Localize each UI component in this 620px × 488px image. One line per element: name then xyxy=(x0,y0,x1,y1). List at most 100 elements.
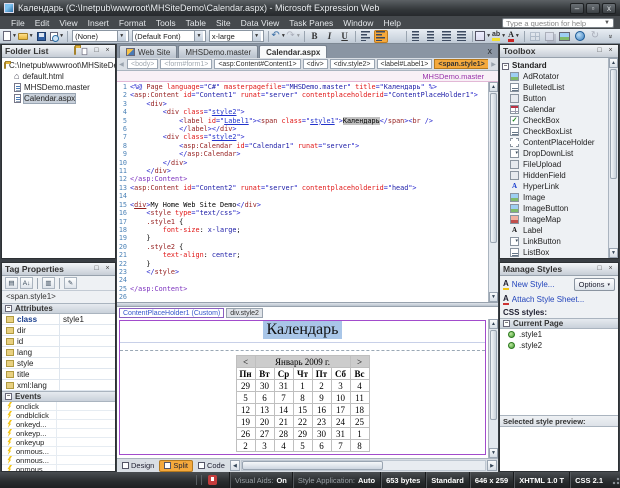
new-style-link[interactable]: New Style... xyxy=(512,280,555,289)
new-document-button[interactable]: ▼ xyxy=(3,30,17,43)
close-panel-icon[interactable]: × xyxy=(606,265,615,274)
menu-view[interactable]: View xyxy=(54,17,82,29)
calendar-date-cell[interactable]: 19 xyxy=(236,416,255,428)
menu-site[interactable]: Site xyxy=(211,17,236,29)
calendar-date-cell[interactable]: 21 xyxy=(274,416,293,428)
calendar-date-cell[interactable]: 6 xyxy=(255,392,274,404)
view-split-button[interactable]: Split xyxy=(159,460,193,472)
toolbox-item-adrotator[interactable]: AdRotator xyxy=(502,71,608,82)
numbered-list-button[interactable] xyxy=(410,30,424,43)
menu-window[interactable]: Window xyxy=(338,17,378,29)
calendar-date-cell[interactable]: 24 xyxy=(331,416,350,428)
close-panel-icon[interactable]: × xyxy=(103,265,112,274)
attribute-row-style[interactable]: style xyxy=(2,358,115,369)
insert-hyperlink-button[interactable] xyxy=(573,30,587,43)
calendar-date-cell[interactable]: 22 xyxy=(293,416,312,428)
scroll-up-icon[interactable]: ▲ xyxy=(609,58,618,68)
help-search-input[interactable]: Type a question for help ▼ xyxy=(502,18,614,28)
toolbox-scrollbar[interactable]: ▲ ▼ xyxy=(608,58,618,258)
compatibility-error-icon[interactable] xyxy=(208,475,217,485)
calendar-date-cell[interactable]: 20 xyxy=(255,416,274,428)
borders-button[interactable]: ▼ xyxy=(475,30,491,43)
calendar-date-cell[interactable]: 3 xyxy=(255,440,274,452)
categorized-icon[interactable]: ▤ xyxy=(5,277,18,289)
tab-web-site[interactable]: Web Site xyxy=(119,45,177,58)
tag-chip-label-label1[interactable]: <label#Label1> xyxy=(377,59,433,69)
float-panel-icon[interactable]: □ xyxy=(595,47,604,56)
attribute-row-xml-lang[interactable]: xml:lang xyxy=(2,380,115,391)
attribute-row-dir[interactable]: dir xyxy=(2,325,115,336)
calendar-date-cell[interactable]: 30 xyxy=(312,428,331,440)
new-page-icon[interactable] xyxy=(81,47,90,56)
toolbox-item-linkbutton[interactable]: LinkButton xyxy=(502,236,608,247)
calendar-date-cell[interactable]: 1 xyxy=(350,428,369,440)
show-set-properties-icon[interactable]: ▥ xyxy=(42,277,55,289)
tab-calendar-aspx[interactable]: Calendar.aspx xyxy=(259,45,327,58)
size-select[interactable]: x-large▼ xyxy=(209,30,264,42)
close-panel-icon[interactable]: × xyxy=(606,47,615,56)
toolbox-item-button[interactable]: Button xyxy=(502,93,608,104)
font-select[interactable]: (Default Font)▼ xyxy=(132,30,206,42)
calendar-date-cell[interactable]: 18 xyxy=(350,404,369,416)
style-item-style2[interactable]: .style2 xyxy=(500,340,618,351)
horizontal-scrollbar[interactable] xyxy=(241,460,486,471)
attribute-row-lang[interactable]: lang xyxy=(2,347,115,358)
calendar-date-cell[interactable]: 8 xyxy=(293,392,312,404)
insert-picture-button[interactable] xyxy=(558,30,572,43)
current-page-section[interactable]: – Current Page xyxy=(500,318,618,329)
calendar-date-cell[interactable]: 15 xyxy=(293,404,312,416)
calendar-date-cell[interactable]: 30 xyxy=(255,380,274,392)
calendar-date-cell[interactable]: 16 xyxy=(312,404,331,416)
toolbox-item-checkboxlist[interactable]: CheckBoxList xyxy=(502,126,608,137)
menu-task-panes[interactable]: Task Panes xyxy=(284,17,338,29)
toolbox-item-hiddenfield[interactable]: HiddenField xyxy=(502,170,608,181)
style-select[interactable]: (None)▼ xyxy=(72,30,129,42)
toolbox-item-image[interactable]: Image xyxy=(502,192,608,203)
toolbox-item-imagemap[interactable]: ImageMap xyxy=(502,214,608,225)
calendar-date-cell[interactable]: 10 xyxy=(331,392,350,404)
events-section-header[interactable]: – Events xyxy=(2,391,115,402)
scroll-down-icon[interactable]: ▼ xyxy=(489,448,498,458)
scroll-down-icon[interactable]: ▼ xyxy=(609,248,618,258)
toolbox-section-standard[interactable]: – Standard xyxy=(502,59,608,71)
bullet-list-button[interactable] xyxy=(425,30,439,43)
code-vertical-scrollbar[interactable]: ▲ ▼ xyxy=(488,82,498,302)
attribute-row-id[interactable]: id xyxy=(2,336,115,347)
outdent-button[interactable] xyxy=(440,30,454,43)
tree-item-default-html[interactable]: ⌂default.html xyxy=(2,71,115,82)
close-tab-icon[interactable]: x xyxy=(484,46,497,58)
toolbox-item-label[interactable]: ALabel xyxy=(502,225,608,236)
underline-button[interactable]: U xyxy=(338,30,352,43)
crumb-right-icon[interactable]: ▶ xyxy=(490,61,497,68)
align-center-button[interactable] xyxy=(374,30,388,43)
float-panel-icon[interactable]: □ xyxy=(92,265,101,274)
menu-format[interactable]: Format xyxy=(114,17,151,29)
maximize-button[interactable]: ▫ xyxy=(586,3,600,14)
design-pane[interactable]: Календарь <Январь 2009 г.>ПнВтСрЧтПтСбВс… xyxy=(117,319,498,458)
toolbox-item-bulletedlist[interactable]: BulletedList xyxy=(502,82,608,93)
calendar-date-cell[interactable]: 27 xyxy=(255,428,274,440)
toolbox-item-contentplaceholder[interactable]: ContentPlaceHolder xyxy=(502,137,608,148)
menu-file[interactable]: File xyxy=(6,17,30,29)
folder-tree-root[interactable]: C:\Inetpub\wwwroot\MHSiteDemo xyxy=(2,60,115,71)
options-button[interactable]: Options ▾ xyxy=(574,278,615,291)
toolbox-item-calendar[interactable]: Calendar xyxy=(502,104,608,115)
calendar-date-cell[interactable]: 2 xyxy=(236,440,255,452)
font-color-button[interactable]: A▼ xyxy=(507,30,521,43)
menu-tools[interactable]: Tools xyxy=(151,17,181,29)
crumb-left-icon[interactable]: ◀ xyxy=(118,61,125,68)
calendar-date-cell[interactable]: 25 xyxy=(350,416,369,428)
tab-mhsdemo-master[interactable]: MHSDemo.master xyxy=(178,45,258,58)
tag-edit-icon[interactable]: ✎ xyxy=(64,277,77,289)
attribute-row-title[interactable]: title xyxy=(2,369,115,380)
calendar-date-cell[interactable]: 5 xyxy=(236,392,255,404)
calendar-date-cell[interactable]: 14 xyxy=(274,404,293,416)
calendar-prev-button[interactable]: < xyxy=(236,356,255,368)
close-button[interactable]: x xyxy=(602,3,616,14)
tag-chip-div[interactable]: <div> xyxy=(303,59,328,69)
toolbox-item-imagebutton[interactable]: ImageButton xyxy=(502,203,608,214)
menu-data-view[interactable]: Data View xyxy=(236,17,285,29)
toolbox-item-checkbox[interactable]: ✓CheckBox xyxy=(502,115,608,126)
bold-button[interactable]: B xyxy=(308,30,322,43)
undo-button[interactable]: ↶▼ xyxy=(272,30,286,43)
